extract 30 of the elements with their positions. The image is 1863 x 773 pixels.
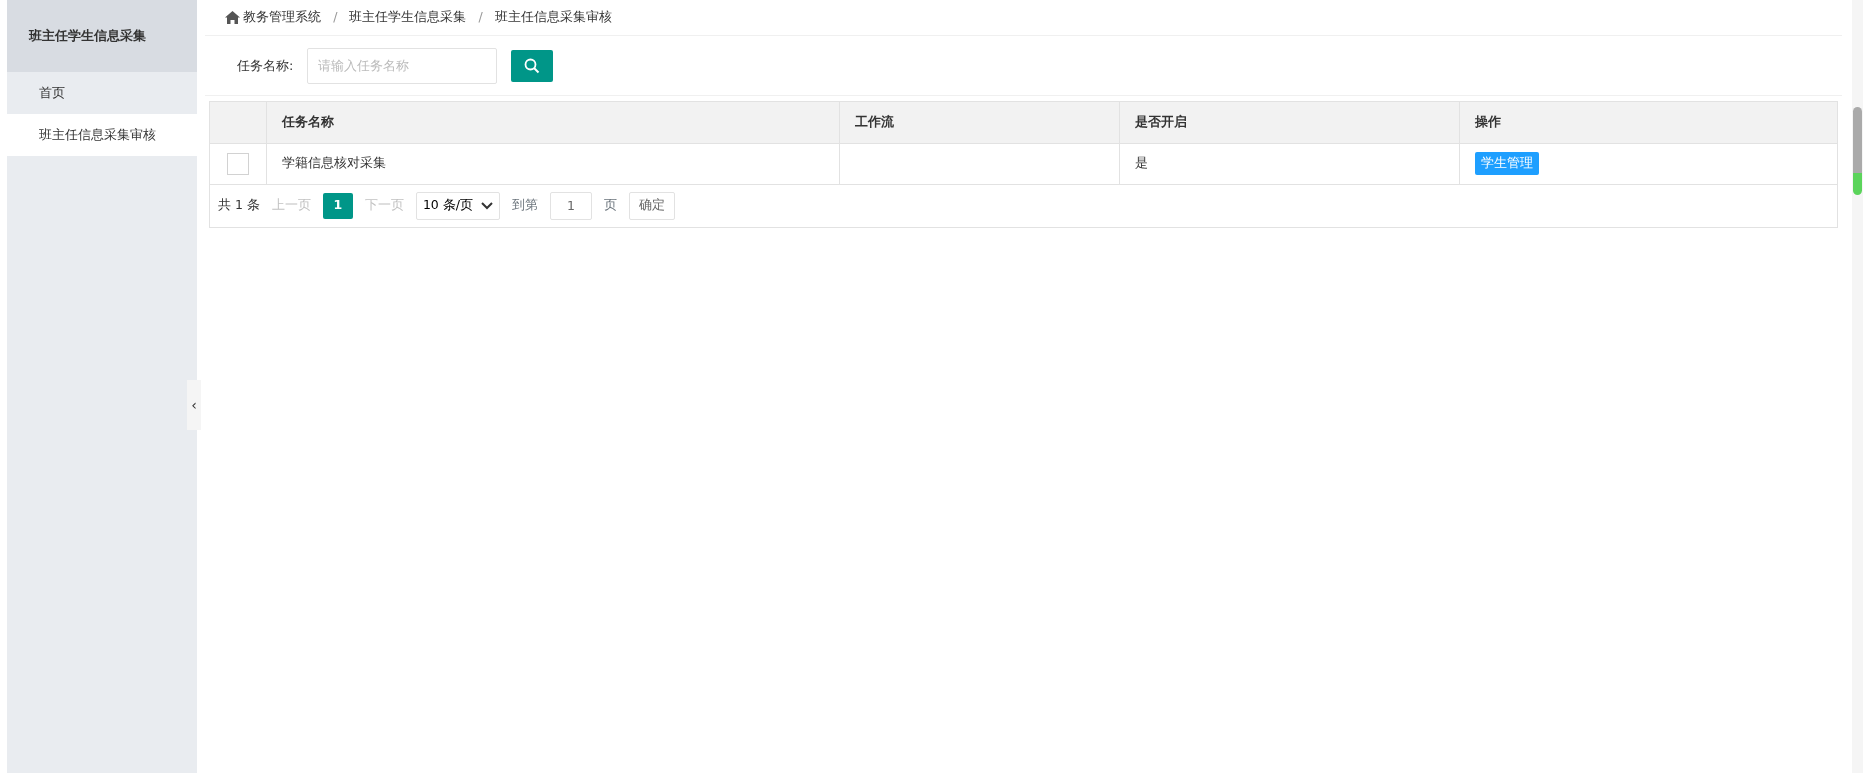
search-button[interactable] bbox=[511, 49, 554, 82]
breadcrumb-separator: / bbox=[478, 8, 483, 27]
page-button[interactable]: 1 bbox=[322, 192, 353, 219]
breadcrumb-separator: / bbox=[333, 8, 338, 27]
scrollbar[interactable] bbox=[1852, 0, 1863, 773]
breadcrumb-link[interactable]: 教务管理系统 bbox=[243, 8, 322, 27]
sidebar-item[interactable]: 首页 bbox=[7, 72, 197, 114]
page-number-field[interactable]: 1 bbox=[550, 191, 592, 220]
table-cell: 学籍信息核对采集 bbox=[281, 155, 386, 171]
confirm-button[interactable]: 确定 bbox=[629, 191, 675, 220]
column-header: 任务名称 bbox=[266, 102, 839, 143]
column-header: 是否开启 bbox=[1119, 102, 1459, 143]
search-field[interactable]: 请输入任务名称 bbox=[307, 47, 498, 84]
breadcrumb-link[interactable]: 班主任信息采集审核 bbox=[494, 8, 612, 27]
caret-icon bbox=[481, 201, 493, 210]
column-header: 操作 bbox=[1459, 102, 1837, 143]
column-header: 工作流 bbox=[839, 102, 1119, 143]
total-count: 共 1 条 bbox=[218, 196, 260, 215]
search-icon bbox=[524, 57, 541, 74]
page-unit-label: 页 bbox=[604, 196, 617, 215]
breadcrumb-link[interactable]: 班主任学生信息采集 bbox=[349, 8, 467, 27]
row-checkbox[interactable] bbox=[226, 152, 249, 175]
table-cell: 是 bbox=[1134, 155, 1148, 171]
search-label: 任务名称: bbox=[237, 56, 294, 75]
sidebar-item[interactable]: 班主任信息采集审核 bbox=[7, 114, 197, 156]
goto-label: 到第 bbox=[512, 196, 538, 215]
collapse-handle[interactable]: ‹ bbox=[187, 380, 201, 430]
sidebar-title: 班主任学生信息采集 bbox=[7, 0, 197, 72]
home-icon bbox=[225, 11, 240, 24]
page-size-select[interactable]: 10 条/页 bbox=[415, 191, 500, 220]
